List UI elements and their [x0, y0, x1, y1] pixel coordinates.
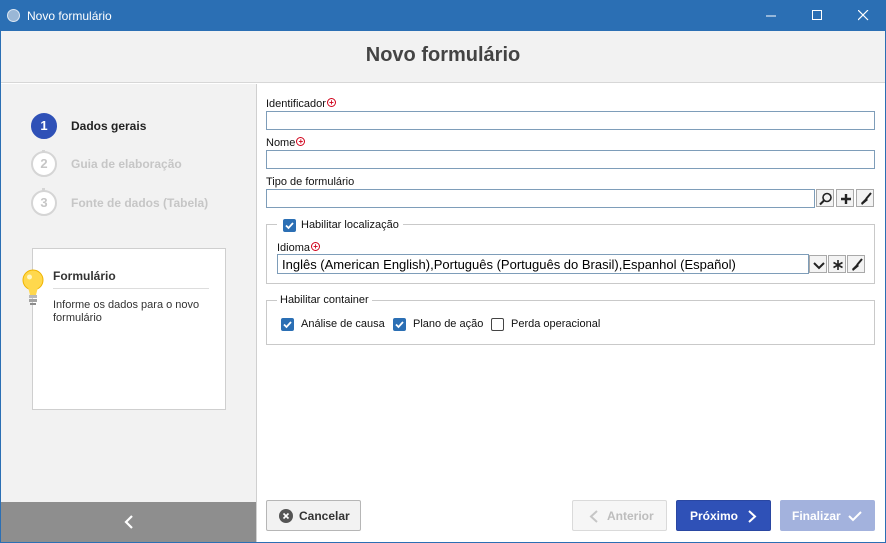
- plano-acao-checkbox[interactable]: [393, 318, 406, 331]
- identificador-label: Identificador +: [266, 98, 336, 110]
- chevron-right-icon: [748, 510, 757, 523]
- info-title: Formulário: [53, 269, 116, 283]
- dialog-header: Novo formulário: [1, 31, 885, 83]
- idioma-label: Idioma +: [277, 242, 321, 254]
- next-button-label: Próximo: [690, 509, 739, 523]
- finish-button[interactable]: Finalizar: [780, 500, 875, 531]
- analise-causa-checkbox[interactable]: [281, 318, 294, 331]
- search-icon: [819, 192, 832, 206]
- info-text: Informe os dados para o novo formulário: [53, 299, 200, 324]
- clear-tipo-button[interactable]: [856, 189, 874, 207]
- previous-button[interactable]: Anterior: [572, 500, 667, 531]
- close-icon: [858, 10, 869, 21]
- nome-label: Nome +: [266, 137, 306, 149]
- minimize-icon: [766, 15, 776, 17]
- habilitar-localizacao-checkbox[interactable]: [283, 219, 296, 232]
- step-label: Fonte de dados (Tabela): [71, 196, 209, 210]
- next-button[interactable]: Próximo: [676, 500, 771, 531]
- checkmark-icon: [395, 321, 404, 329]
- perda-operacional-label: Perda operacional: [511, 318, 601, 330]
- step-number: 2: [31, 151, 57, 177]
- idioma-clear-button[interactable]: [847, 255, 865, 273]
- add-tipo-button[interactable]: [836, 189, 854, 207]
- checkmark-icon: [285, 222, 294, 230]
- step-label: Guia de elaboração: [71, 157, 182, 171]
- identificador-input[interactable]: [266, 111, 875, 130]
- habilitar-localizacao-label: Habilitar localização: [301, 219, 399, 231]
- idioma-input[interactable]: [277, 254, 809, 274]
- window-title: Novo formulário: [27, 9, 112, 23]
- eraser-icon: [861, 192, 872, 205]
- lightbulb-icon: [22, 269, 44, 305]
- checkmark-icon: [848, 511, 862, 522]
- wizard-step-guia-elaboracao[interactable]: 2 Guia de elaboração: [31, 151, 251, 177]
- plus-icon: [841, 194, 851, 204]
- wizard-step-dados-gerais[interactable]: 1 Dados gerais: [31, 113, 251, 139]
- minimize-button[interactable]: [748, 0, 794, 31]
- chevron-left-icon: [589, 510, 598, 523]
- cancel-icon: [279, 509, 293, 523]
- cancel-button-label: Cancelar: [299, 509, 350, 523]
- search-tipo-button[interactable]: [816, 189, 834, 207]
- asterisk-icon: [833, 260, 843, 270]
- info-divider: [53, 288, 209, 289]
- idioma-select-all-button[interactable]: [828, 255, 846, 273]
- tipo-formulario-label: Tipo de formulário: [266, 176, 355, 188]
- required-icon: +: [296, 137, 306, 146]
- perda-operacional-checkbox[interactable]: [491, 318, 504, 331]
- page-title: Novo formulário: [365, 44, 521, 66]
- app-icon: [7, 9, 20, 22]
- previous-button-label: Anterior: [607, 509, 654, 523]
- nome-input[interactable]: [266, 150, 875, 169]
- plano-acao-label: Plano de ação: [413, 318, 484, 330]
- wizard-step-fonte-dados[interactable]: 3 Fonte de dados (Tabela): [31, 190, 251, 216]
- step-number: 3: [31, 190, 57, 216]
- step-label: Dados gerais: [71, 119, 147, 133]
- container-legend: Habilitar container: [280, 294, 369, 306]
- chevron-left-icon: [124, 515, 133, 529]
- info-panel: Formulário Informe os dados para o novo …: [22, 248, 226, 410]
- cancel-button[interactable]: Cancelar: [266, 500, 361, 531]
- close-button[interactable]: [840, 0, 886, 31]
- tipo-formulario-input[interactable]: [266, 189, 815, 208]
- step-number: 1: [31, 113, 57, 139]
- eraser-icon: [852, 258, 863, 271]
- finish-button-label: Finalizar: [792, 509, 841, 523]
- required-icon: +: [311, 242, 321, 251]
- checkmark-icon: [283, 321, 292, 329]
- maximize-icon: [812, 10, 822, 20]
- window-titlebar: Novo formulário: [0, 0, 886, 31]
- chevron-down-icon: [813, 262, 825, 270]
- maximize-button[interactable]: [794, 0, 840, 31]
- collapse-sidebar-button[interactable]: [1, 502, 256, 542]
- idioma-dropdown-button[interactable]: [809, 255, 827, 273]
- wizard-sidebar: 1 Dados gerais 2 Guia de elaboração 3 Fo…: [1, 84, 257, 542]
- required-icon: +: [326, 98, 336, 107]
- analise-causa-label: Análise de causa: [301, 318, 385, 330]
